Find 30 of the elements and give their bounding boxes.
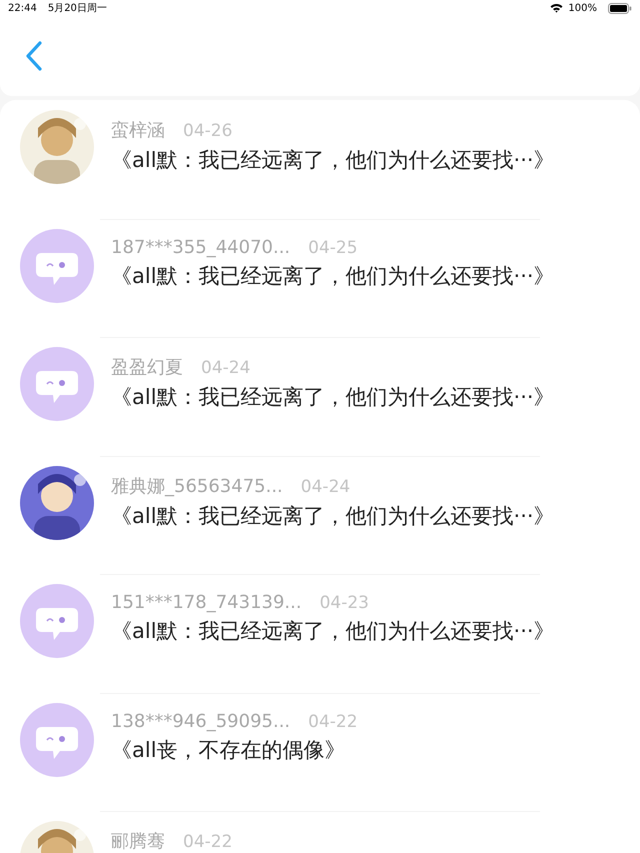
avatar-icon [20,584,94,658]
message-date: 04-24 [300,476,350,496]
back-icon[interactable] [25,41,43,71]
message-text[interactable]: 《all默：我已经远离了，他们为什么还要找···》 [111,262,555,290]
status-date: 5月20日周一 [48,2,107,15]
user-name[interactable]: 蛮梓涵 [111,118,165,142]
user-name[interactable]: 151***178_743139... [111,592,302,613]
message-date: 04-22 [308,712,358,732]
message-text[interactable]: 《all默：我已经远离了，他们为什么还要找···》 [111,146,555,174]
message-date: 04-25 [308,238,358,258]
wifi-icon [550,3,564,13]
avatar-icon [20,347,94,421]
avatar-icon [20,702,94,776]
message-date: 04-23 [320,593,369,613]
user-name[interactable]: 雅典娜_56563475... [111,474,283,498]
message-date: 04-24 [201,358,250,378]
avatar-icon [20,228,94,302]
message-date: 04-26 [183,121,232,141]
battery-percent: 100% [568,2,597,14]
user-name[interactable]: 187***355_44070... [111,236,290,258]
message-text[interactable]: 《all丧，不存在的偶像》 [111,736,358,764]
message-text[interactable]: 《all默：我已经远离了，他们为什么还要找···》 [111,617,555,645]
message-text[interactable]: 《all默：我已经远离了，他们为什么还要找···》 [111,383,555,411]
status-time: 22:44 [8,2,37,14]
user-name[interactable]: 138***946_59095... [111,710,290,732]
battery-icon [608,2,632,14]
message-date: 04-22 [183,832,232,852]
message-text[interactable]: 《all默：我已经远离了，他们为什么还要找···》 [111,502,555,530]
user-name[interactable]: 郦腾骞 [111,829,165,853]
user-name[interactable]: 盈盈幻夏 [111,355,183,379]
